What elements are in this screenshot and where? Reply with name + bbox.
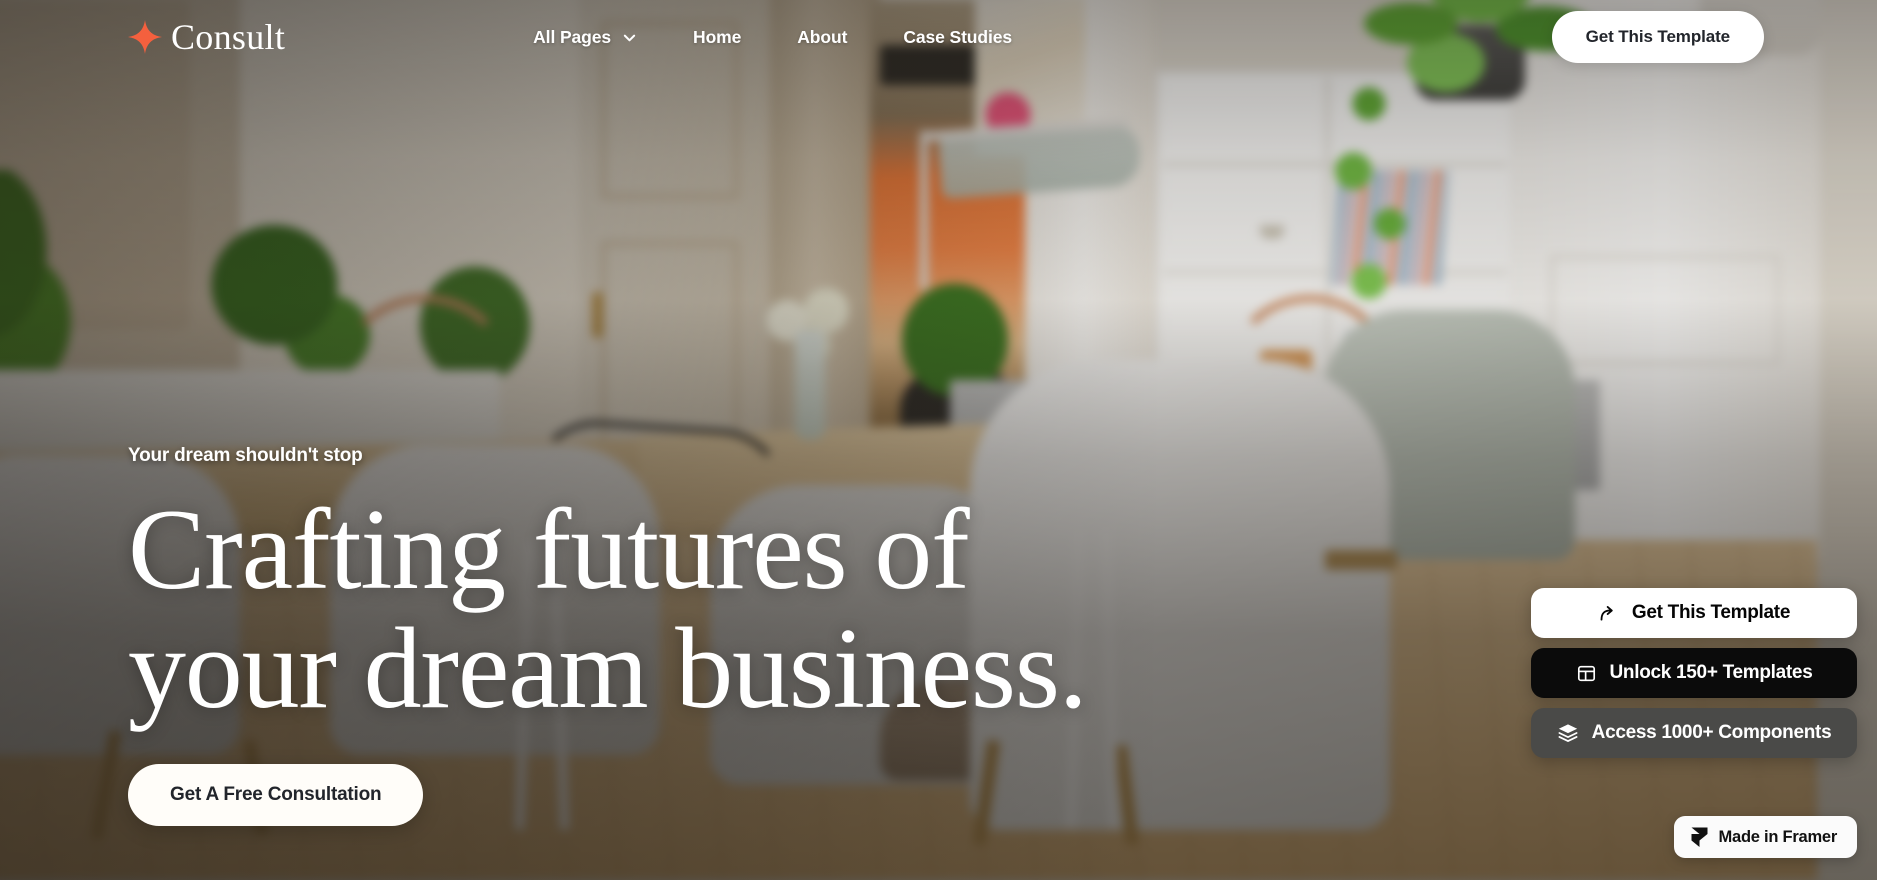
layers-stack-icon bbox=[1558, 724, 1578, 742]
arrow-turn-right-icon bbox=[1600, 605, 1613, 621]
badge-label-access-components: Access 1000+ Components bbox=[1591, 722, 1832, 743]
framer-logo-icon bbox=[1691, 827, 1708, 847]
nav-label-about: About bbox=[797, 26, 848, 47]
badge-label-get-this-template: Get This Template bbox=[1631, 602, 1791, 623]
framer-promo-badges: Get This Template Unlock 150+ Templates … bbox=[1531, 588, 1857, 758]
sparkle-star-icon bbox=[128, 20, 162, 54]
nav-label-all-pages: All Pages bbox=[533, 26, 612, 47]
nav-item-about[interactable]: About bbox=[797, 27, 847, 48]
badge-unlock-templates[interactable]: Unlock 150+ Templates bbox=[1531, 648, 1857, 698]
hero-consultation-button[interactable]: Get A Free Consultation bbox=[128, 764, 424, 826]
nav-item-all-pages[interactable]: All Pages bbox=[533, 27, 637, 48]
nav-label-home: Home bbox=[693, 26, 742, 47]
hero-eyebrow: Your dream shouldn't stop bbox=[128, 445, 363, 467]
nav-label-case-studies: Case Studies bbox=[903, 26, 1013, 47]
hero-content: Your dream shouldn't stop Crafting futur… bbox=[128, 445, 1228, 880]
hero-headline-line-1: Crafting futures of bbox=[128, 486, 970, 615]
nav-item-home[interactable]: Home bbox=[693, 27, 741, 48]
made-in-framer-badge[interactable]: Made in Framer bbox=[1673, 816, 1857, 858]
framer-badge-label: Made in Framer bbox=[1718, 827, 1838, 846]
badge-get-this-template[interactable]: Get This Template bbox=[1531, 588, 1857, 638]
nav-item-case-studies[interactable]: Case Studies bbox=[903, 27, 1012, 48]
chevron-down-icon bbox=[623, 34, 636, 41]
header-get-template-button[interactable]: Get This Template bbox=[1551, 11, 1764, 63]
site-header: Consult All Pages Home About Case Studie… bbox=[0, 0, 1877, 74]
hero-headline: Crafting futures of your dream business. bbox=[128, 491, 1228, 728]
brand-name: Consult bbox=[171, 17, 286, 57]
badge-label-unlock-templates: Unlock 150+ Templates bbox=[1609, 662, 1813, 683]
hero-headline-line-2: your dream business. bbox=[128, 604, 1088, 733]
hero-page: Consult All Pages Home About Case Studie… bbox=[0, 0, 1877, 880]
badge-access-components[interactable]: Access 1000+ Components bbox=[1531, 708, 1857, 758]
brand-logo[interactable]: Consult bbox=[128, 19, 285, 55]
layout-grid-icon bbox=[1577, 665, 1595, 681]
main-navigation: All Pages Home About Case Studies bbox=[533, 27, 1012, 48]
